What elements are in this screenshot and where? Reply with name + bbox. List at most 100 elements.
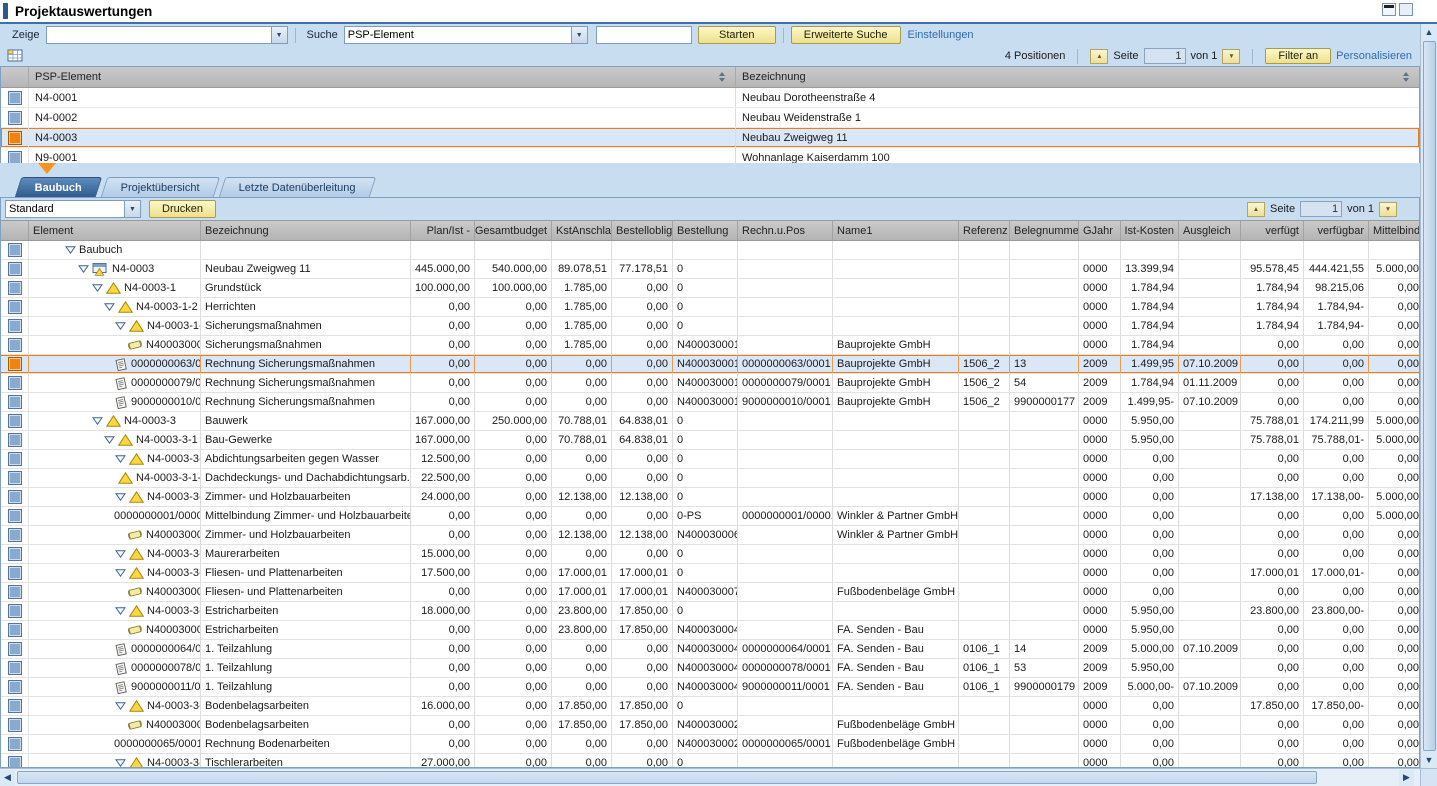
table-row[interactable]: 0000000065/0001Rechnung Bodenarbeiten0,0… [1, 735, 1420, 754]
row-select-checkbox[interactable] [8, 131, 22, 145]
column-header-budget[interactable]: Gesamtbudget [475, 221, 552, 240]
row-select-checkbox[interactable] [8, 243, 22, 257]
sort-icon[interactable] [719, 72, 725, 82]
table-row[interactable]: 9000000010/0001Rechnung Sicherungsmaßnah… [1, 393, 1420, 412]
tree-expander-icon[interactable] [115, 569, 126, 577]
tree-expander-icon[interactable] [115, 322, 126, 330]
column-header-rech[interactable]: Rechn.u.Pos [738, 221, 833, 240]
column-header-obligo[interactable]: Bestellobligo [612, 221, 673, 240]
table-row[interactable]: 0000000001/00001Mittelbindung Zimmer- un… [1, 507, 1420, 526]
tree-expander-icon[interactable] [115, 455, 126, 463]
page-up-button[interactable]: ▲ [1090, 49, 1108, 64]
view-select-input[interactable] [5, 200, 125, 218]
row-select-checkbox[interactable] [8, 319, 22, 333]
tree-expander-icon[interactable] [104, 436, 115, 444]
column-header-gjahr[interactable]: GJahr [1079, 221, 1121, 240]
tree-expander-icon[interactable] [91, 284, 103, 292]
table-row[interactable]: N4-0003-3-1-016Zimmer- und Holzbauarbeit… [1, 488, 1420, 507]
table-row[interactable]: Baubuch [1, 241, 1420, 260]
table-view-icon[interactable] [7, 49, 24, 63]
table-row[interactable]: N400030007Fliesen- und Plattenarbeiten0,… [1, 583, 1420, 602]
row-select-checkbox[interactable] [8, 414, 22, 428]
row-select-checkbox[interactable] [8, 395, 22, 409]
column-header-beleg[interactable]: Belegnummer [1010, 221, 1079, 240]
row-select-checkbox[interactable] [8, 300, 22, 314]
tree-expander-icon[interactable] [115, 702, 126, 710]
column-header-verfuegt[interactable]: verfügt [1241, 221, 1304, 240]
table-row[interactable]: N4-0003-3-1-012Maurerarbeiten15.000,000,… [1, 545, 1420, 564]
row-select-checkbox[interactable] [8, 490, 22, 504]
table-row[interactable]: N4-0003-3-1-024Fliesen- und Plattenarbei… [1, 564, 1420, 583]
page-down-button[interactable]: ▼ [1222, 49, 1240, 64]
table-row[interactable]: 9000000011/00011. Teilzahlung0,000,000,0… [1, 678, 1420, 697]
tree-expander-icon[interactable] [115, 607, 126, 615]
page-up-button[interactable]: ▲ [1247, 202, 1265, 217]
table-row[interactable]: 0000000063/0001Rechnung Sicherungsmaßnah… [1, 355, 1420, 374]
table-row[interactable]: N4-0003-3-1-025Estricharbeiten18.000,000… [1, 602, 1420, 621]
search-term-input[interactable] [596, 26, 692, 44]
table-row[interactable]: N4-0003Neubau Zweigweg 11 [1, 128, 1419, 148]
row-select-checkbox[interactable] [8, 585, 22, 599]
column-header-element[interactable]: Element [29, 221, 201, 240]
row-select-checkbox[interactable] [8, 661, 22, 675]
row-select-checkbox[interactable] [8, 718, 22, 732]
tree-expander-icon[interactable] [115, 550, 126, 558]
table-row[interactable]: N400030002Bodenbelagsarbeiten0,000,0017.… [1, 716, 1420, 735]
vertical-scrollbar[interactable]: ▲ ▼ [1420, 24, 1437, 768]
window-minimize-button[interactable] [1382, 3, 1396, 16]
filter-an-button[interactable]: Filter an [1265, 48, 1331, 64]
table-row[interactable]: 0000000078/00011. Teilzahlung0,000,000,0… [1, 659, 1420, 678]
row-select-checkbox[interactable] [8, 642, 22, 656]
table-row[interactable]: N4-0003-3-1-036Bodenbelagsarbeiten16.000… [1, 697, 1420, 716]
table-row[interactable]: N4-0003-3Bauwerk167.000,00250.000,0070.7… [1, 412, 1420, 431]
tree-expander-icon[interactable] [104, 303, 115, 311]
row-select-checkbox[interactable] [8, 528, 22, 542]
row-select-checkbox[interactable] [8, 471, 22, 485]
window-maximize-button[interactable] [1399, 3, 1413, 16]
table-row[interactable]: N4-0003-3-1-020Dachdeckungs- und Dachabd… [1, 469, 1420, 488]
row-select-checkbox[interactable] [8, 509, 22, 523]
row-select-checkbox[interactable] [8, 281, 22, 295]
table-row[interactable]: N4-0003Neubau Zweigweg 11445.000,00540.0… [1, 260, 1420, 279]
horizontal-scrollbar-thumb[interactable] [17, 771, 1317, 784]
row-select-checkbox[interactable] [8, 111, 22, 125]
erweiterte-suche-button[interactable]: Erweiterte Suche [791, 26, 901, 44]
column-header-name1[interactable]: Name1 [833, 221, 959, 240]
table-row[interactable]: N4-0003-3-1-018Abdichtungsarbeiten gegen… [1, 450, 1420, 469]
starten-button[interactable]: Starten [698, 26, 776, 44]
row-select-checkbox[interactable] [8, 604, 22, 618]
row-select-checkbox[interactable] [8, 376, 22, 390]
row-select-checkbox[interactable] [8, 357, 22, 371]
page-number-input[interactable] [1300, 201, 1342, 217]
page-number-input[interactable] [1144, 48, 1186, 64]
table-row[interactable]: N400030001Sicherungsmaßnahmen0,000,001.7… [1, 336, 1420, 355]
tab-baubuch[interactable]: Baubuch [15, 177, 103, 197]
column-header-best[interactable]: Bestellung [673, 221, 738, 240]
table-row[interactable]: N400030006Zimmer- und Holzbauarbeiten0,0… [1, 526, 1420, 545]
scroll-up-icon[interactable]: ▲ [1422, 24, 1437, 40]
row-select-checkbox[interactable] [8, 91, 22, 105]
table-row[interactable]: N4-0003-1-2-1Sicherungsmaßnahmen0,000,00… [1, 317, 1420, 336]
column-header-bez[interactable]: Bezeichnung [201, 221, 411, 240]
drucken-button[interactable]: Drucken [149, 200, 216, 218]
table-row[interactable]: N4-0002Neubau Weidenstraße 1 [1, 108, 1419, 128]
vertical-scrollbar-thumb[interactable] [1423, 41, 1436, 751]
table-row[interactable]: 0000000064/00011. Teilzahlung0,000,000,0… [1, 640, 1420, 659]
zeige-input[interactable] [46, 26, 272, 44]
scroll-right-icon[interactable]: ▶ [1399, 770, 1414, 786]
tree-expander-icon[interactable] [77, 265, 89, 273]
column-header-mittel[interactable]: Mittelbindung [1369, 221, 1420, 240]
tab-projekt-bersicht[interactable]: Projektübersicht [101, 177, 220, 197]
row-select-checkbox[interactable] [8, 680, 22, 694]
column-header-verfuegbar[interactable]: verfügbar [1304, 221, 1369, 240]
table-row[interactable]: N4-0001Neubau Dorotheenstraße 4 [1, 88, 1419, 108]
scroll-down-icon[interactable]: ▼ [1422, 752, 1437, 768]
row-select-checkbox[interactable] [8, 699, 22, 713]
sort-icon[interactable] [1403, 72, 1409, 82]
row-select-checkbox[interactable] [8, 452, 22, 466]
personalisieren-link[interactable]: Personalisieren [1336, 50, 1412, 62]
column-header-ref[interactable]: Referenz [959, 221, 1010, 240]
column-header-ausgl[interactable]: Ausgleich [1179, 221, 1241, 240]
chevron-down-icon[interactable]: ▼ [571, 26, 588, 44]
row-select-checkbox[interactable] [8, 547, 22, 561]
